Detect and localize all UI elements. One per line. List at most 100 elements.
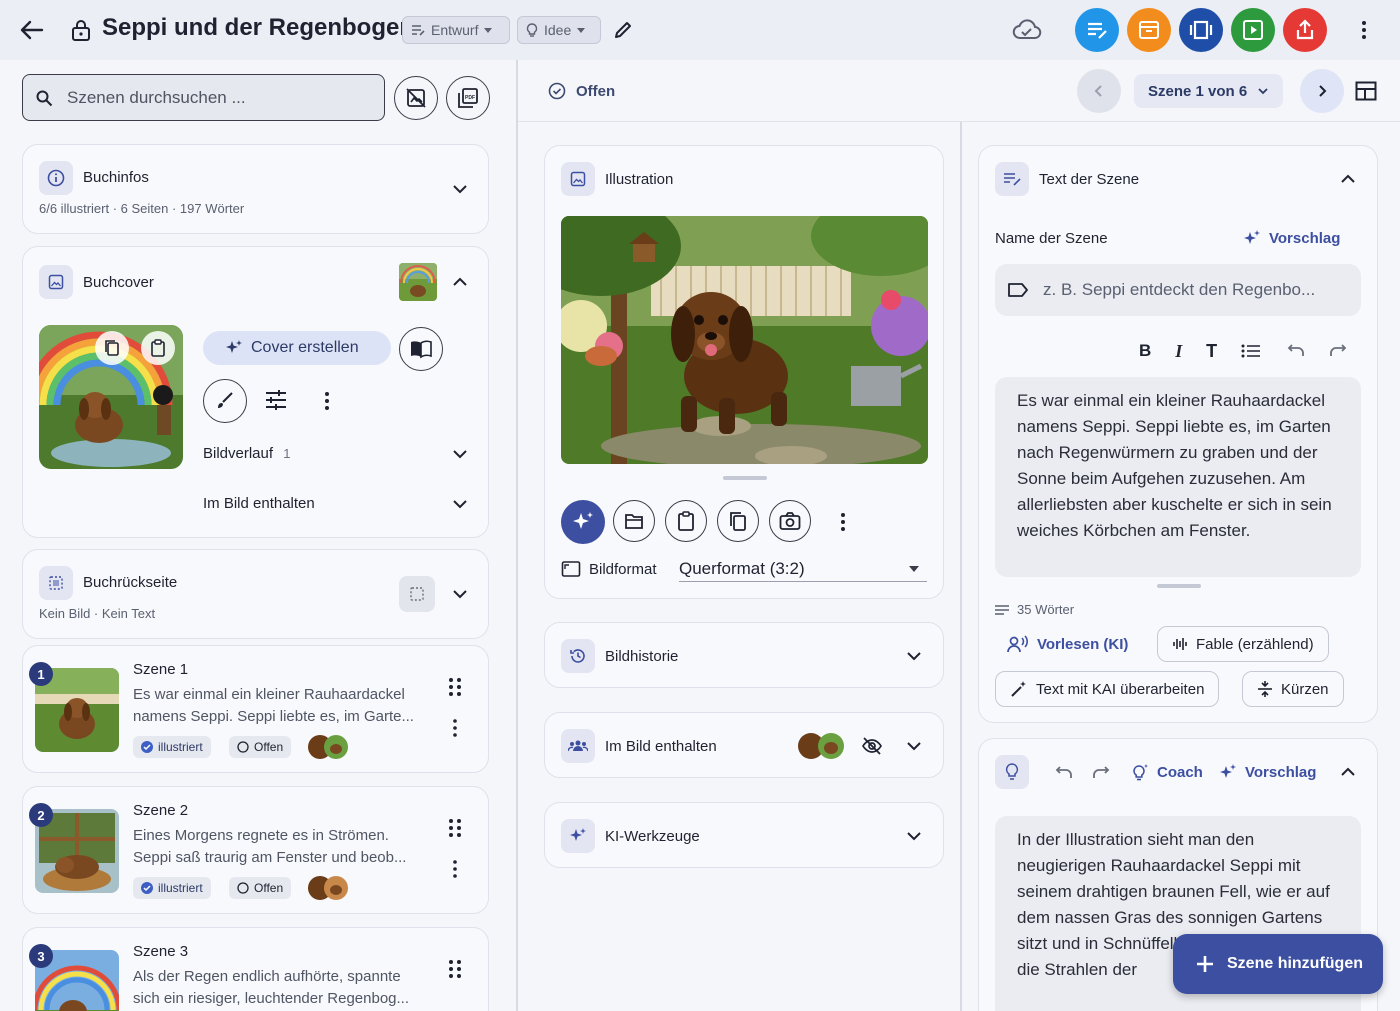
drag-handle-icon[interactable] [447, 676, 463, 698]
lightbulb-sparkle-icon [1133, 764, 1148, 781]
chevron-down-icon[interactable] [451, 585, 469, 603]
in-image-label[interactable]: Im Bild enthalten [203, 495, 315, 512]
resize-handle[interactable] [1157, 584, 1201, 588]
cloud-sync-icon[interactable] [1012, 18, 1042, 42]
coach-suggest-button[interactable]: Vorschlag [1219, 763, 1316, 781]
more-vert-icon[interactable] [447, 859, 463, 879]
voice-select-button[interactable]: Fable (erzählend) [1157, 626, 1329, 662]
prev-scene-button[interactable] [1077, 69, 1121, 113]
scene-card[interactable]: 1 Szene 1 Es war einmal ein kleiner Rauh… [22, 645, 489, 773]
text-edit-icon [1088, 22, 1107, 39]
hide-images-button[interactable] [394, 76, 438, 120]
eye-off-icon[interactable] [861, 735, 883, 757]
scene-name-input[interactable]: z. B. Seppi entdeckt den Regenbo... [995, 264, 1361, 316]
chevron-up-icon[interactable] [1339, 170, 1357, 188]
chevron-down-icon[interactable] [451, 180, 469, 198]
chevron-up-icon[interactable] [1339, 763, 1357, 781]
back-cover-placeholder-icon [399, 576, 435, 612]
scene-text-line: Seppi saß traurig am Fenster und beob... [133, 849, 407, 866]
circle-outline-icon [237, 741, 249, 753]
tune-icon[interactable] [263, 387, 289, 413]
chevron-down-icon[interactable] [905, 737, 923, 755]
redo-icon[interactable] [1092, 766, 1114, 780]
image-format-select[interactable]: Querformat (3:2) [679, 556, 927, 582]
add-scene-button[interactable]: Szene hinzufügen [1173, 934, 1383, 994]
image-format-label: Bildformat [589, 561, 657, 578]
create-cover-button[interactable]: Cover erstellen [203, 331, 391, 365]
chevron-down-icon[interactable] [905, 647, 923, 665]
image-history-card[interactable]: Bildhistorie [544, 622, 944, 688]
scene-select-dropdown[interactable]: Szene 1 von 6 [1134, 74, 1284, 108]
next-scene-button[interactable] [1300, 69, 1344, 113]
chevron-up-icon[interactable] [451, 273, 469, 291]
status-chip[interactable]: Entwurf [402, 16, 510, 44]
scene-illustration-image[interactable] [561, 216, 928, 464]
image-history-label[interactable]: Bildverlauf 1 [203, 445, 290, 462]
back-cover-card[interactable]: Buchrückseite Kein Bild · Kein Text [22, 549, 489, 639]
name-suggest-button[interactable]: Vorschlag [1243, 229, 1340, 247]
read-aloud-button[interactable]: Vorlesen (KI) [1007, 635, 1128, 653]
folder-icon [625, 514, 643, 529]
column-divider[interactable] [516, 60, 518, 1011]
camera-icon [779, 512, 801, 530]
redo-icon[interactable] [1329, 344, 1349, 358]
coach-button[interactable]: Coach [1131, 763, 1203, 781]
scene-select-label: Szene 1 von 6 [1148, 82, 1248, 100]
text-size-icon[interactable]: T [1206, 341, 1217, 362]
paste-button[interactable] [665, 500, 707, 542]
copy-icon[interactable] [95, 331, 129, 365]
italic-icon[interactable]: I [1175, 341, 1182, 362]
scene-title: Szene 3 [133, 943, 189, 960]
bullet-list-icon[interactable] [1241, 343, 1261, 359]
drag-handle-icon[interactable] [447, 958, 463, 980]
clipboard-icon[interactable] [141, 331, 175, 365]
chevron-down-icon[interactable] [451, 495, 469, 513]
more-vert-icon[interactable] [835, 512, 851, 532]
scene-number-badge: 1 [29, 662, 53, 686]
archive-button[interactable] [1127, 8, 1171, 52]
in-image-card[interactable]: Im Bild enthalten [544, 712, 944, 778]
brush-button[interactable] [203, 379, 247, 423]
chevron-down-icon[interactable] [451, 445, 469, 463]
camera-button[interactable] [769, 500, 811, 542]
scene-status-label: Offen [576, 82, 616, 100]
column-divider[interactable] [960, 122, 962, 1011]
more-vert-icon[interactable] [315, 389, 339, 413]
scene-name-placeholder: z. B. Seppi entdeckt den Regenbo... [1043, 280, 1316, 299]
share-button[interactable] [1283, 8, 1327, 52]
open-folder-button[interactable] [613, 500, 655, 542]
back-arrow-icon[interactable] [18, 16, 46, 44]
drag-handle-icon[interactable] [447, 817, 463, 839]
undo-icon[interactable] [1285, 344, 1305, 358]
pdf-export-button[interactable]: PDF [446, 76, 490, 120]
rewrite-label: Text mit KAI überarbeiten [1036, 680, 1205, 698]
scene-text-line: Es war einmal ein kleiner Rauhaardackel [133, 686, 405, 703]
text-mode-button[interactable] [1075, 8, 1119, 52]
open-tag: Offen [229, 877, 292, 899]
scene-card[interactable]: 3 Szene 3 Als der Regen endlich aufhörte… [22, 927, 489, 1011]
more-vert-icon[interactable] [447, 718, 463, 738]
layout-toggle-icon[interactable] [1355, 81, 1377, 101]
copy-button[interactable] [717, 500, 759, 542]
play-preview-button[interactable] [1231, 8, 1275, 52]
scene-text-editor[interactable]: Es war einmal ein kleiner Rauhaardackel … [995, 377, 1361, 577]
undo-icon[interactable] [1053, 766, 1075, 780]
cover-image[interactable] [39, 325, 183, 469]
scene-card[interactable]: 2 Szene 2 Eines Morgens regnete es in St… [22, 786, 489, 914]
scene-status[interactable]: Offen [548, 82, 615, 100]
idea-chip[interactable]: Idee [517, 16, 601, 44]
edit-title-pencil-icon[interactable] [612, 19, 634, 41]
ai-generate-button[interactable] [561, 500, 605, 544]
chevron-down-icon[interactable] [905, 827, 923, 845]
book-info-card[interactable]: Buchinfos 6/6 illustriert · 6 Seiten · 1… [22, 144, 489, 234]
bold-icon[interactable]: B [1139, 341, 1151, 361]
read-book-button[interactable] [399, 327, 443, 371]
ai-tools-card[interactable]: KI-Werkzeuge [544, 802, 944, 868]
scene-search-input[interactable]: Szenen durchsuchen ... [22, 74, 385, 121]
more-vert-icon[interactable] [1352, 18, 1376, 42]
resize-handle[interactable] [723, 476, 767, 480]
rewrite-with-kai-button[interactable]: Text mit KAI überarbeiten [995, 671, 1220, 707]
carousel-button[interactable] [1179, 8, 1223, 52]
svg-text:PDF: PDF [465, 95, 475, 101]
shorten-button[interactable]: Kürzen [1242, 671, 1344, 707]
